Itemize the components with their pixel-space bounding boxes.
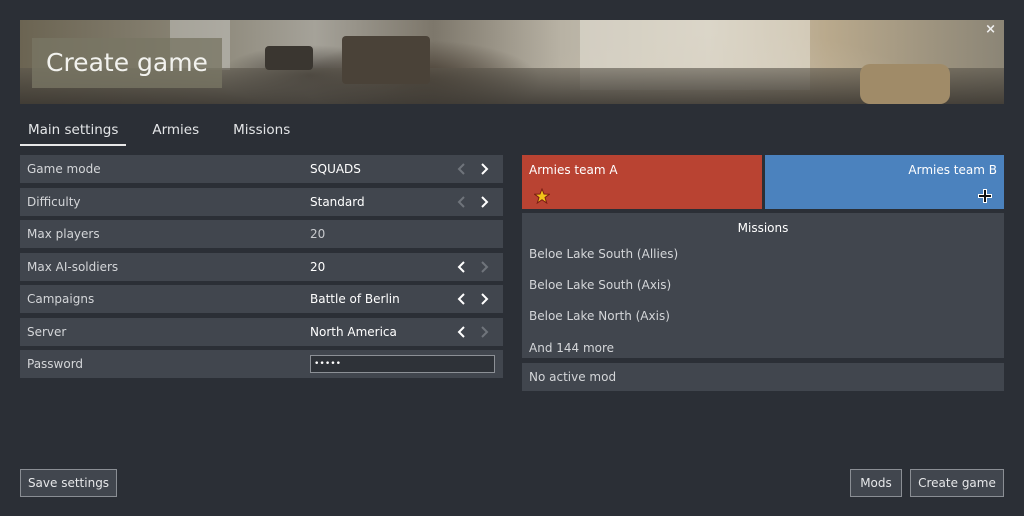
header-banner: Create game × xyxy=(20,20,1004,104)
chevron-right-icon[interactable] xyxy=(476,159,492,179)
missions-header: Missions xyxy=(737,221,789,235)
page-title: Create game xyxy=(32,38,222,88)
setting-row-server: Server North America xyxy=(20,317,503,346)
setting-row-max-players: Max players 20 xyxy=(20,220,503,248)
mission-item: Beloe Lake North (Axis) xyxy=(529,309,670,323)
setting-label: Campaigns xyxy=(27,292,95,306)
setting-label: Password xyxy=(27,357,84,371)
tab-armies[interactable]: Armies xyxy=(144,118,207,146)
setting-label: Game mode xyxy=(27,162,101,176)
banner-truck xyxy=(265,46,313,70)
mission-item: Beloe Lake South (Allies) xyxy=(529,247,679,261)
chevron-left-icon[interactable] xyxy=(454,322,470,342)
setting-row-password: Password ••••• xyxy=(20,350,503,378)
save-settings-button[interactable]: Save settings xyxy=(20,469,117,497)
chevron-left-icon[interactable] xyxy=(454,159,470,179)
create-game-button[interactable]: Create game xyxy=(910,469,1004,497)
banner-barrel xyxy=(860,64,950,104)
setting-value: Standard xyxy=(310,194,365,209)
tab-bar: Main settings Armies Missions xyxy=(20,118,316,146)
setting-row-difficulty: Difficulty Standard xyxy=(20,187,503,216)
star-icon xyxy=(533,187,551,205)
banner-truck xyxy=(342,36,430,84)
mods-button[interactable]: Mods xyxy=(850,469,902,497)
setting-value: Battle of Berlin xyxy=(310,292,400,306)
setting-value: SQUADS xyxy=(310,162,361,176)
team-b-label: Armies team B xyxy=(908,163,997,177)
tab-main-settings[interactable]: Main settings xyxy=(20,118,127,146)
chevron-left-icon[interactable] xyxy=(454,257,470,277)
active-mod-status: No active mod xyxy=(522,363,1004,391)
chevron-left-icon[interactable] xyxy=(454,192,470,212)
setting-label: Server xyxy=(27,324,67,339)
chevron-right-icon[interactable] xyxy=(476,192,492,212)
setting-value: 20 xyxy=(310,227,326,241)
chevron-right-icon[interactable] xyxy=(476,289,492,309)
chevron-right-icon[interactable] xyxy=(476,322,492,342)
team-a-label: Armies team A xyxy=(529,163,618,177)
setting-label: Difficulty xyxy=(27,194,81,209)
team-b-panel[interactable]: Armies team B xyxy=(765,155,1004,209)
setting-row-max-ai-soldiers: Max AI-soldiers 20 xyxy=(20,252,503,281)
setting-label: Max players xyxy=(27,227,100,241)
setting-value: 20 xyxy=(310,259,326,274)
team-a-panel[interactable]: Armies team A xyxy=(522,155,762,209)
settings-list: Game mode SQUADS Difficulty Standard Max… xyxy=(20,155,503,383)
setting-row-campaigns: Campaigns Battle of Berlin xyxy=(20,285,503,313)
setting-value: North America xyxy=(310,324,397,339)
chevron-left-icon[interactable] xyxy=(454,289,470,309)
setting-label: Max AI-soldiers xyxy=(27,259,119,274)
setting-row-game-mode: Game mode SQUADS xyxy=(20,155,503,183)
iron-cross-icon xyxy=(978,189,992,203)
missions-more-count: And 144 more xyxy=(529,341,615,355)
close-icon[interactable]: × xyxy=(985,22,996,37)
missions-panel: Missions Beloe Lake South (Allies) Beloe… xyxy=(522,213,1004,358)
tab-missions[interactable]: Missions xyxy=(225,118,298,146)
mission-item: Beloe Lake South (Axis) xyxy=(529,278,672,292)
password-input[interactable]: ••••• xyxy=(310,355,495,373)
chevron-right-icon[interactable] xyxy=(476,257,492,277)
